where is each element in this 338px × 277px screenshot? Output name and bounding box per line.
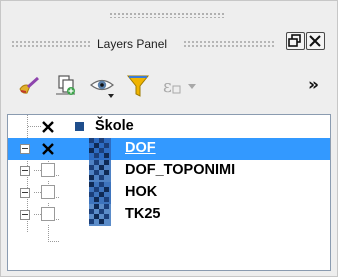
float-icon	[288, 34, 301, 47]
layer-checkbox[interactable]	[41, 119, 55, 133]
raster-layer-icon	[89, 182, 111, 204]
title-grip-left[interactable]	[11, 40, 91, 48]
filter-button[interactable]	[123, 71, 153, 101]
panel-title: Layers Panel	[97, 37, 168, 51]
visibility-eye-icon	[90, 79, 114, 98]
point-symbol-icon	[75, 122, 84, 131]
layer-checkbox[interactable]	[41, 163, 55, 177]
layers-panel: Layers Panel ε » Škole DOF DOF_TOPONIMI …	[0, 0, 338, 277]
layer-row-hok[interactable]: HOK	[8, 182, 330, 204]
style-button[interactable]	[14, 71, 44, 101]
svg-text:ε: ε	[163, 77, 172, 97]
layer-name: DOF	[125, 140, 156, 156]
tree-guide-line	[48, 225, 49, 241]
close-button[interactable]	[306, 32, 325, 50]
checkmark-x-icon	[42, 143, 54, 155]
visibility-button[interactable]	[88, 71, 118, 101]
add-group-icon	[56, 75, 75, 95]
layer-row-dof-toponimi[interactable]: DOF_TOPONIMI	[8, 160, 330, 182]
layer-checkbox[interactable]	[41, 185, 55, 199]
layers-toolbar: ε »	[1, 71, 338, 107]
tree-guide-line	[48, 241, 60, 242]
layer-checkbox[interactable]	[41, 207, 55, 221]
add-group-button[interactable]	[51, 71, 81, 101]
layer-name: HOK	[125, 184, 158, 200]
expression-filter-button[interactable]: ε	[159, 71, 203, 101]
layer-row-skole[interactable]: Škole	[8, 116, 330, 138]
layer-name: Škole	[95, 118, 134, 134]
raster-layer-icon	[89, 160, 111, 182]
raster-layer-icon	[89, 138, 111, 160]
close-icon	[309, 35, 321, 47]
layer-row-dof[interactable]: DOF	[8, 138, 330, 160]
layer-row-tk25[interactable]: TK25	[8, 204, 330, 226]
collapse-icon[interactable]	[20, 210, 30, 220]
layer-tree[interactable]: Škole DOF DOF_TOPONIMI HOK TK25	[7, 114, 331, 271]
filter-funnel-icon	[126, 75, 150, 97]
layer-name: TK25	[125, 206, 161, 222]
collapse-icon[interactable]	[20, 188, 30, 198]
layer-name: DOF_TOPONIMI	[125, 162, 236, 178]
layer-checkbox[interactable]	[41, 141, 55, 155]
raster-layer-icon	[89, 204, 111, 226]
more-button[interactable]: »	[304, 71, 330, 101]
collapse-icon[interactable]	[20, 144, 30, 154]
title-grip-right[interactable]	[183, 40, 275, 48]
drag-grip-top[interactable]	[109, 12, 225, 18]
expression-filter-icon: ε	[163, 77, 196, 97]
panel-titlebar[interactable]: Layers Panel	[1, 25, 338, 61]
checkmark-x-icon	[42, 121, 54, 133]
float-button[interactable]	[286, 32, 305, 50]
more-chevron-icon: »	[308, 75, 319, 95]
collapse-icon[interactable]	[20, 166, 30, 176]
styling-brush-icon	[19, 76, 40, 94]
